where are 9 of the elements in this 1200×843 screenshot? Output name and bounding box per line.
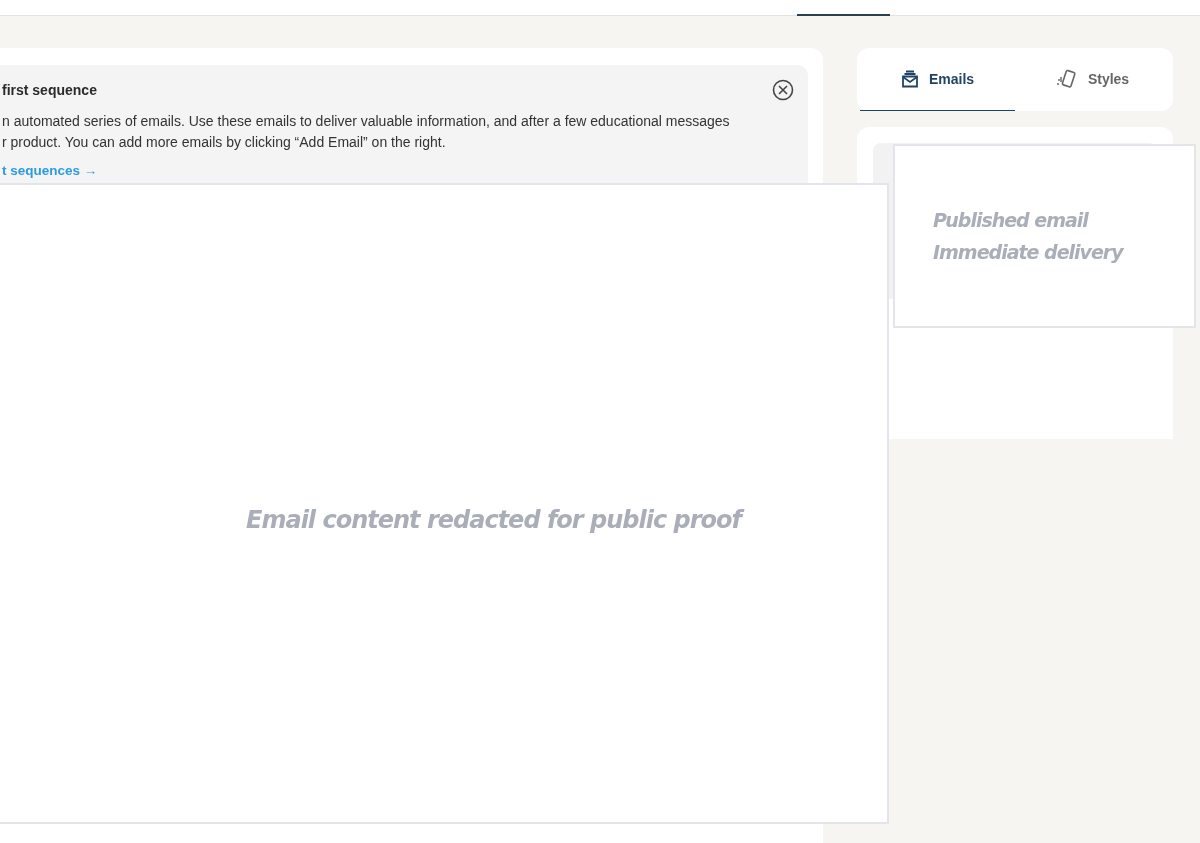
redaction-text: Immediate delivery xyxy=(933,241,1125,263)
tab[interactable]: Styles xyxy=(1015,48,1170,111)
phone-tilt-icon xyxy=(1055,69,1078,89)
tab[interactable]: Emails xyxy=(860,48,1015,111)
close-button[interactable] xyxy=(772,79,794,101)
banner-title: first sequence xyxy=(2,82,97,98)
banner-text: n automated series of emails. Use these emails to deliver valuable information, and after a few educational messages r product. You can add more emails by clicking “Add Email” on the right. xyxy=(2,112,731,152)
redaction-text: Published email xyxy=(933,209,1090,231)
inbox-icon xyxy=(900,70,919,88)
